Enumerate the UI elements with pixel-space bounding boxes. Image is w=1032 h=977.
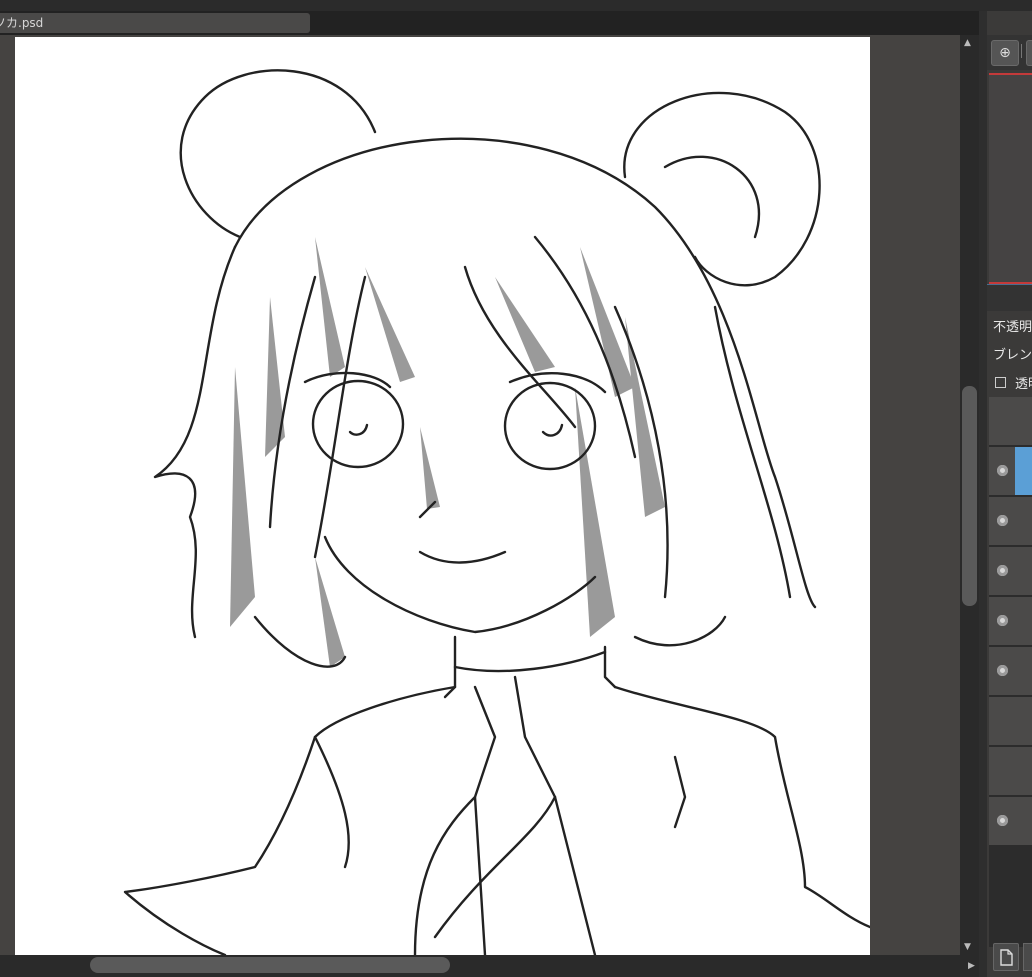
- visibility-eye-icon[interactable]: [997, 815, 1008, 826]
- layer-row[interactable]: [989, 797, 1032, 847]
- opacity-label: 不透明: [993, 320, 1032, 335]
- hair-shading: [230, 237, 665, 667]
- visibility-eye-icon[interactable]: [997, 665, 1008, 676]
- vertical-scroll-thumb[interactable]: [962, 386, 977, 606]
- navigator-footer: [987, 284, 1032, 311]
- protect-alpha-checkbox[interactable]: [995, 377, 1006, 388]
- horizontal-scroll-thumb[interactable]: [90, 957, 450, 973]
- layer-row-selected[interactable]: [989, 447, 1032, 497]
- line-art-illustration: [123, 69, 870, 955]
- blend-mode-label: ブレンド: [993, 348, 1032, 363]
- layer-row[interactable]: [989, 547, 1032, 597]
- document-tab[interactable]: ソカ.psd: [0, 13, 310, 33]
- layer-row[interactable]: [989, 747, 1032, 797]
- visibility-eye-icon[interactable]: [997, 565, 1008, 576]
- scroll-right-icon[interactable]: ▶: [968, 961, 975, 971]
- scroll-up-icon[interactable]: ▲: [964, 38, 971, 48]
- zoom-in-icon[interactable]: ⊕: [991, 40, 1019, 66]
- panel-divider[interactable]: [979, 11, 987, 977]
- layer-selection-highlight: [1015, 447, 1032, 495]
- zoom-out-button[interactable]: [1026, 40, 1032, 66]
- scroll-down-icon[interactable]: ▼: [964, 942, 971, 952]
- drawing-canvas[interactable]: [15, 37, 870, 955]
- title-bar: [0, 0, 1032, 11]
- layer-row[interactable]: [989, 647, 1032, 697]
- layer-row[interactable]: [989, 397, 1032, 447]
- layer-row[interactable]: [989, 597, 1032, 647]
- layer-row[interactable]: [989, 697, 1032, 747]
- layer-row[interactable]: [989, 497, 1032, 547]
- document-tab-label: ソカ.psd: [0, 16, 44, 30]
- visibility-eye-icon[interactable]: [997, 615, 1008, 626]
- navigator-preview[interactable]: [989, 73, 1032, 284]
- folder-button[interactable]: [1023, 943, 1032, 971]
- toolbar-separator: [1021, 44, 1022, 58]
- new-layer-icon[interactable]: [993, 943, 1019, 971]
- visibility-eye-icon[interactable]: [997, 465, 1008, 476]
- visibility-eye-icon[interactable]: [997, 515, 1008, 526]
- protect-alpha-label: 透明: [1015, 377, 1032, 392]
